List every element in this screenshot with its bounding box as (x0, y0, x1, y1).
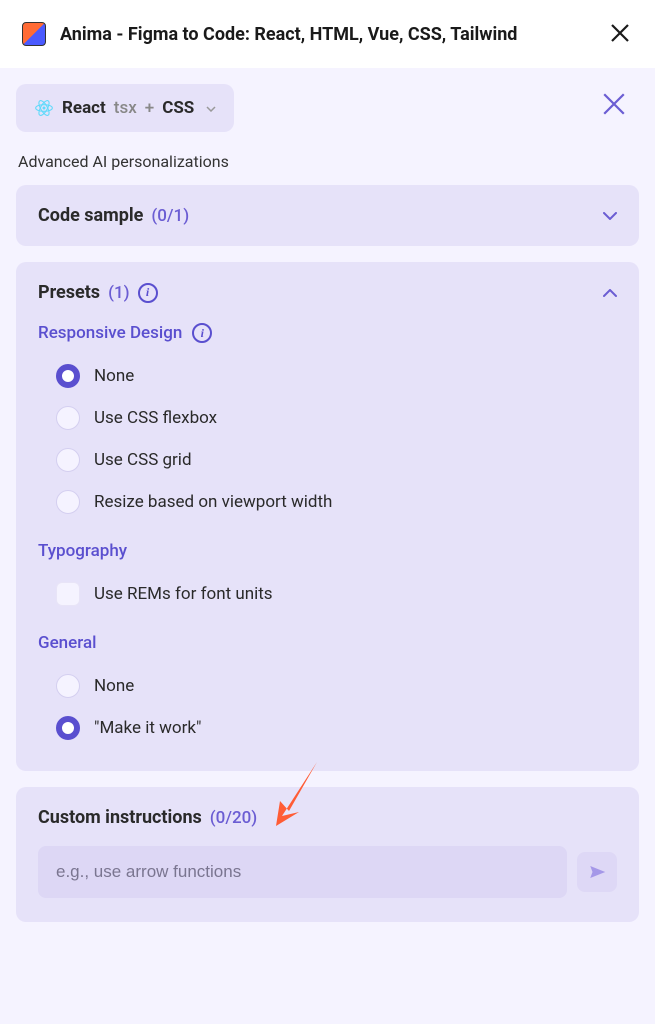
option-label: "Make it work" (94, 718, 201, 738)
radio-icon (56, 716, 80, 740)
custom-instructions-title: Custom instructions (38, 807, 202, 828)
panel-subtitle: Advanced AI personalizations (16, 152, 639, 171)
chevron-down-icon (206, 101, 216, 115)
radio-icon (56, 448, 80, 472)
option-label: Use CSS grid (94, 450, 192, 470)
code-sample-section: Code sample (0/1) (16, 185, 639, 246)
framework-style: CSS (162, 98, 194, 118)
checkbox-icon (56, 582, 80, 606)
option-label: Use REMs for font units (94, 584, 273, 604)
option-label: None (94, 676, 134, 696)
option-label: Use CSS flexbox (94, 408, 217, 428)
custom-instructions-input[interactable] (38, 846, 567, 898)
custom-instructions-header: Custom instructions (0/20) (38, 807, 617, 828)
radio-icon (56, 490, 80, 514)
close-plugin-button[interactable] (607, 18, 633, 50)
anima-logo-icon (22, 22, 46, 46)
responsive-option-viewport[interactable]: Resize based on viewport width (38, 481, 617, 523)
radio-icon (56, 364, 80, 388)
plugin-title: Anima - Figma to Code: React, HTML, Vue,… (60, 24, 593, 45)
react-icon (34, 98, 54, 118)
presets-section: Presets (1) i Responsive Design i None U… (16, 262, 639, 771)
responsive-option-flexbox[interactable]: Use CSS flexbox (38, 397, 617, 439)
responsive-option-none[interactable]: None (38, 355, 617, 397)
info-icon[interactable]: i (138, 283, 158, 303)
plugin-header: Anima - Figma to Code: React, HTML, Vue,… (0, 0, 655, 68)
chevron-up-icon (603, 285, 617, 301)
presets-body: Responsive Design i None Use CSS flexbox… (16, 323, 639, 771)
radio-icon (56, 674, 80, 698)
custom-input-row (38, 846, 617, 898)
panel-content: React tsx + CSS Advanced AI personalizat… (0, 68, 655, 938)
code-sample-count: (0/1) (151, 206, 189, 226)
close-panel-button[interactable] (603, 92, 625, 120)
chevron-down-icon (603, 208, 617, 224)
code-sample-header[interactable]: Code sample (0/1) (16, 185, 639, 246)
typography-option-rems[interactable]: Use REMs for font units (38, 573, 617, 615)
option-label: Resize based on viewport width (94, 492, 332, 512)
presets-header[interactable]: Presets (1) i (16, 262, 639, 323)
framework-name: React (62, 98, 106, 118)
radio-icon (56, 406, 80, 430)
send-button[interactable] (577, 852, 617, 892)
info-icon[interactable]: i (192, 323, 212, 343)
responsive-option-grid[interactable]: Use CSS grid (38, 439, 617, 481)
option-label: None (94, 366, 134, 386)
presets-count: (1) (108, 283, 130, 303)
custom-instructions-section: Custom instructions (0/20) (16, 787, 639, 922)
responsive-group-label: Responsive Design i (38, 323, 617, 343)
framework-selector[interactable]: React tsx + CSS (16, 84, 234, 132)
framework-joiner: + (145, 98, 154, 118)
typography-group-label: Typography (38, 541, 617, 561)
send-icon (588, 863, 606, 881)
general-option-make-it-work[interactable]: "Make it work" (38, 707, 617, 749)
code-sample-title: Code sample (38, 205, 143, 226)
framework-extension: tsx (114, 98, 137, 118)
custom-instructions-count: (0/20) (210, 808, 257, 828)
presets-title: Presets (38, 282, 100, 303)
general-group-label: General (38, 633, 617, 653)
general-option-none[interactable]: None (38, 665, 617, 707)
